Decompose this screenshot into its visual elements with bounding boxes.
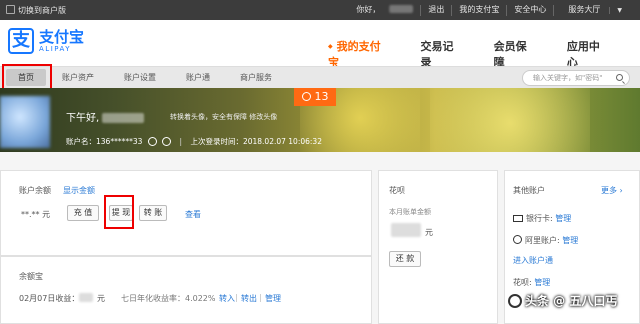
- balance-amount: **.** 元: [21, 210, 51, 219]
- ali-account-row: 阿里账户: 管理: [513, 235, 578, 246]
- yuebao-title: 余额宝: [19, 272, 43, 281]
- other-title: 其他账户: [513, 186, 545, 195]
- reminder-badge[interactable]: 13: [294, 88, 336, 106]
- show-amount-link[interactable]: 显示金额: [63, 185, 95, 196]
- alipay-logo-icon: 支: [8, 28, 34, 54]
- tab-account-settings[interactable]: 账户设置: [124, 72, 156, 83]
- yuebao-manage-link[interactable]: 管理: [265, 293, 281, 304]
- my-alipay-link[interactable]: 我的支付宝: [451, 5, 506, 16]
- alipay-logo[interactable]: 支 支付宝 ALIPAY: [8, 28, 84, 54]
- bank-card-icon: [513, 215, 523, 222]
- greeting: 你好，: [342, 5, 420, 16]
- balance-title: 账户余额: [19, 186, 51, 195]
- highlight-withdraw: [104, 195, 134, 229]
- yuebao-rate: 七日年化收益率：4.022%: [121, 294, 216, 303]
- chevron-right-icon: ›: [617, 186, 623, 195]
- switch-icon: [6, 5, 15, 14]
- switch-merchant-link[interactable]: 切换到商户版: [6, 5, 66, 16]
- security-center-link[interactable]: 安全中心: [506, 5, 553, 16]
- search-icon[interactable]: [616, 74, 623, 81]
- top-nav: 你好， 退出 我的支付宝 安全中心 服务大厅 ▼: [342, 5, 636, 16]
- logo-cn: 支付宝: [39, 27, 85, 46]
- ali-account-manage-link[interactable]: 管理: [562, 236, 578, 245]
- phone-icon: [162, 137, 172, 146]
- top-bar: 切换到商户版 你好， 退出 我的支付宝 安全中心 服务大厅 ▼: [0, 0, 640, 20]
- yuebao-date-label: 02月07日收益：: [19, 294, 80, 303]
- tab-merchant-services[interactable]: 商户服务: [240, 72, 272, 83]
- service-hall-menu[interactable]: 服务大厅 ▼: [553, 5, 636, 16]
- bank-card-row: 银行卡: 管理: [513, 213, 571, 224]
- huabei-manage-link[interactable]: 管理: [534, 278, 550, 287]
- huabei-bill-label: 本月账单金额: [389, 208, 431, 216]
- verified-icon: [147, 137, 157, 146]
- balance-card: 账户余额 显示金额 **.** 元 充 值 提 现 转 账 查看: [0, 170, 372, 256]
- tab-account-link[interactable]: 账户通: [186, 72, 210, 83]
- transfer-out-link[interactable]: 转出: [241, 293, 257, 304]
- ali-account-icon: [513, 235, 522, 244]
- search-input[interactable]: 输入关键字，如"密码": [522, 70, 630, 86]
- sub-nav: 首页 账户资产 账户设置 账户通 商户服务 输入关键字，如"密码": [0, 66, 640, 88]
- highlight-home-tab: [2, 64, 52, 90]
- view-link[interactable]: 查看: [185, 209, 201, 220]
- chevron-down-icon: ▼: [609, 7, 629, 14]
- yuebao-earning-mask: [79, 293, 93, 302]
- user-name-mask: [389, 5, 414, 13]
- huabei-amount-mask: [391, 223, 421, 237]
- recharge-button[interactable]: 充 值: [67, 205, 99, 221]
- transfer-in-link[interactable]: 转入: [219, 293, 235, 304]
- logo-en: ALIPAY: [39, 44, 72, 53]
- watermark-logo-icon: [508, 294, 522, 308]
- more-link[interactable]: 更多 ›: [601, 185, 623, 196]
- huabei-title: 花呗: [389, 186, 405, 195]
- avatar[interactable]: [0, 96, 50, 148]
- bank-card-manage-link[interactable]: 管理: [555, 214, 571, 223]
- yuebao-card: 余额宝 02月07日收益： 元 七日年化收益率：4.022% 转入 | 转出 |…: [0, 256, 372, 324]
- watermark: 头条 @ 五八口丐: [508, 292, 617, 309]
- logout-link[interactable]: 退出: [420, 5, 451, 16]
- enter-account-link[interactable]: 进入账户通: [513, 255, 553, 266]
- header: 支 支付宝 ALIPAY 我的支付宝 交易记录 会员保障 应用中心: [0, 20, 640, 69]
- huabei-row: 花呗: 管理: [513, 278, 551, 287]
- avatar-links: 转换着头像，安全有保障 修改头像: [170, 113, 278, 121]
- transfer-button[interactable]: 转 账: [139, 205, 167, 221]
- tab-assets[interactable]: 账户资产: [62, 72, 94, 83]
- alarm-clock-icon: [301, 92, 311, 101]
- account-info: 账户名：136******33 | 上次登录时间：2018.02.07 10:0…: [66, 137, 322, 146]
- huabei-card: 花呗 本月账单金额 元 还 款: [378, 170, 498, 324]
- repay-button[interactable]: 还 款: [389, 251, 421, 267]
